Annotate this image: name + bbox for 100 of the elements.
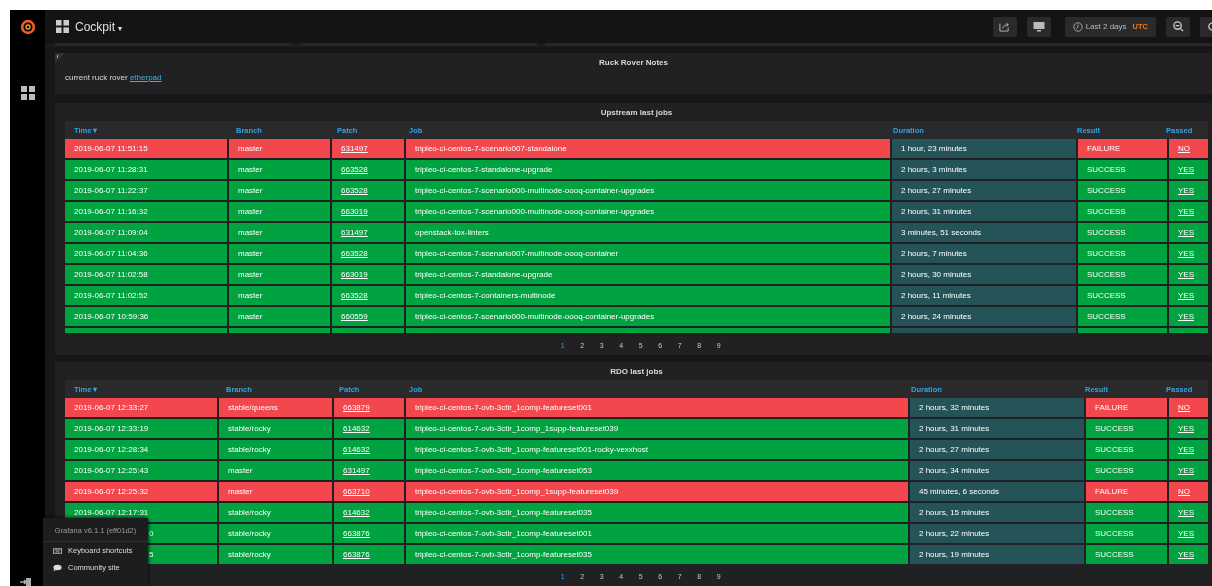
table-cell: tripleo-ci-centos-7-ovb-3ctlr_1comp-featureset001 [406,398,908,417]
panel-title: Upstream last jobs [599,107,674,119]
table-cell: tripleo-ci-centos-7-standalone-upgrade [406,160,890,179]
table-cell: master [229,202,330,221]
table-cell: 2 hours, 27 minutes [910,440,1084,459]
passed-link[interactable]: YES [1178,550,1194,559]
table-cell: SUCCESS [1078,160,1167,179]
patch-link[interactable]: 631497 [343,466,370,475]
table-cell: SUCCESS [1078,265,1167,284]
table-cell: 2 hours, 15 minutes [910,503,1084,522]
grafana-logo[interactable] [18,18,37,36]
patch-link[interactable]: 663019 [341,207,368,216]
table-cell: master [229,265,330,284]
table-cell: SUCCESS [1086,524,1167,543]
table-cell: 2 hours, 7 minutes [892,244,1076,263]
patch-link[interactable]: 663528 [341,249,368,258]
passed-link[interactable]: YES [1178,424,1194,433]
partial-row-strip [1169,328,1208,333]
passed-link[interactable]: NO [1178,403,1190,412]
table-cell: master [229,244,330,263]
table-cell: FAILURE [1086,482,1167,501]
table-cell: master [219,461,332,480]
table-cell: 2 hours, 32 minutes [910,398,1084,417]
panel-title: RDO last jobs [609,366,664,378]
table-cell: 2 hours, 11 minutes [892,286,1076,305]
table-cell: 2 hours, 3 minutes [892,160,1076,179]
table-cell: 45 minutes, 6 seconds [910,482,1084,501]
patch-link[interactable]: 660559 [341,312,368,321]
patch-link[interactable]: 631497 [341,144,368,153]
table-cell: 2019-06-07 12:33:19 [65,419,217,438]
table-cell: master [229,139,330,158]
passed-link[interactable]: YES [1178,249,1194,258]
table-cell: SUCCESS [1086,461,1167,480]
patch-link[interactable]: 614632 [343,424,370,433]
table-cell: FAILURE [1078,139,1167,158]
table-cell: SUCCESS [1078,202,1167,221]
passed-link[interactable]: YES [1178,529,1194,538]
table-cell: SUCCESS [1086,440,1167,459]
table-cell: stable/rocky [219,545,332,564]
passed-link[interactable]: YES [1178,270,1194,279]
table-cell: 2019-06-07 10:59:36 [65,307,227,326]
dashboards-icon[interactable] [20,86,35,100]
patch-link[interactable]: 614632 [343,508,370,517]
table-cell: tripleo-ci-centos-7-standalone-upgrade [406,265,890,284]
info-corner-icon[interactable] [55,53,65,64]
passed-link[interactable]: YES [1178,466,1194,475]
zoom-out-button[interactable] [1166,16,1190,37]
table-cell: SUCCESS [1086,545,1167,564]
sign-in-icon[interactable] [20,578,32,586]
dashboard-grid-icon [56,20,69,34]
patch-link[interactable]: 663528 [341,186,368,195]
patch-link[interactable]: 663879 [343,403,370,412]
table-cell: 2019-06-07 11:02:52 [65,286,227,305]
passed-link[interactable]: YES [1178,165,1194,174]
share-icon [999,21,1011,33]
table-cell: SUCCESS [1078,286,1167,305]
table-cell: 2019-06-07 11:22:37 [65,181,227,200]
patch-link[interactable]: 663528 [341,291,368,300]
etherpad-link[interactable]: etherpad [129,73,162,83]
table-cell: tripleo-ci-centos-7-ovb-3ctlr_1comp-featureset001 [406,524,908,543]
patch-link[interactable]: 663019 [341,270,368,279]
table-cell: SUCCESS [1078,223,1167,242]
table-cell: 2 hours, 34 minutes [910,461,1084,480]
table-cell: 2 hours, 24 minutes [892,307,1076,326]
table-cell: 2 hours, 30 minutes [892,265,1076,284]
table-cell: 2 hours, 31 minutes [892,202,1076,221]
patch-link[interactable]: 663710 [343,487,370,496]
table-cell: FAILURE [1086,398,1167,417]
dashboard-title[interactable]: Cockpit ▾ [75,19,123,34]
passed-link[interactable]: YES [1178,508,1194,517]
table-cell: 2019-06-07 11:02:58 [65,265,227,284]
table-cell: 2019-06-07 12:33:27 [65,398,217,417]
table-cell: 2019-06-07 12:25:32 [65,482,217,501]
table-cell: 2 hours, 19 minutes [910,545,1084,564]
tv-mode-button[interactable] [1026,16,1051,37]
passed-link[interactable]: NO [1178,487,1190,496]
table-cell: 2019-06-07 12:28:34 [65,440,217,459]
share-button[interactable] [992,16,1017,37]
passed-link[interactable]: YES [1178,312,1194,321]
patch-link[interactable]: 663876 [343,550,370,559]
patch-link[interactable]: 631497 [341,228,368,237]
passed-link[interactable]: YES [1178,186,1194,195]
patch-link[interactable]: 663528 [341,165,368,174]
table-cell: 2019-06-07 12:25:43 [65,461,217,480]
passed-link[interactable]: YES [1178,228,1194,237]
passed-link[interactable]: NO [1178,144,1190,153]
table-cell: master [229,160,330,179]
table-cell: master [229,286,330,305]
patch-link[interactable]: 614632 [343,445,370,454]
table-cell: tripleo-ci-centos-7-scenario007-multinode-oooq-container [406,244,890,263]
passed-link[interactable]: YES [1178,291,1194,300]
table-cell: stable/rocky [219,503,332,522]
passed-link[interactable]: YES [1178,445,1194,454]
table-cell: openstack-tox-linters [406,223,890,242]
patch-link[interactable]: 663876 [343,529,370,538]
table-cell: master [219,482,332,501]
keyboard-icon [53,547,62,554]
passed-link[interactable]: YES [1178,207,1194,216]
zoom-out-icon [1172,21,1184,33]
table-cell: 1 hour, 23 minutes [892,139,1076,158]
